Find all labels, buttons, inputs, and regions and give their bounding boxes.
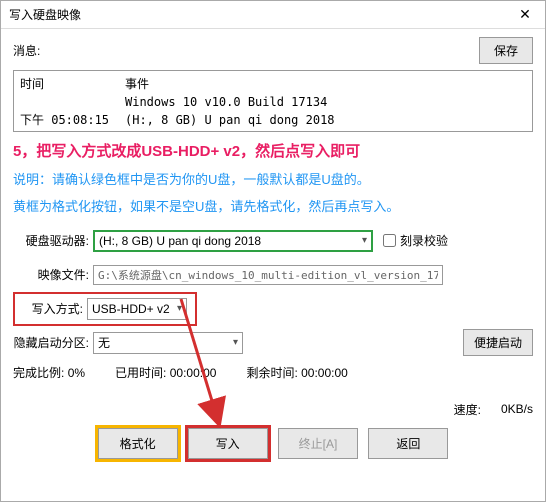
annotation-note2: 黄框为格式化按钮，如果不是空U盘，请先格式化，然后再点写入。 (13, 197, 533, 218)
titlebar: 写入硬盘映像 ✕ (1, 1, 545, 29)
annotation-step: 5，把写入方式改成USB-HDD+ v2，然后点写入即可 (13, 140, 533, 164)
mode-value: USB-HDD+ v2 (92, 302, 170, 316)
speed-value: 0KB/s (501, 402, 533, 416)
drive-value: (H:, 8 GB) U pan qi dong 2018 (99, 234, 261, 248)
close-button[interactable]: ✕ (505, 1, 545, 29)
write-button[interactable]: 写入 (188, 428, 268, 459)
elapsed-label: 已用时间: (115, 366, 166, 380)
chevron-down-icon: ▾ (177, 303, 182, 314)
remain-value: 00:00:00 (301, 366, 348, 380)
convenient-button[interactable]: 便捷启动 (463, 329, 533, 356)
speed-label: 速度: (454, 401, 481, 418)
save-button[interactable]: 保存 (479, 37, 533, 64)
image-label: 映像文件: (13, 266, 89, 283)
log-header-event: 事件 (125, 75, 149, 93)
close-icon: ✕ (519, 6, 531, 23)
abort-button[interactable]: 终止[A] (278, 428, 359, 459)
chevron-down-icon: ▾ (362, 235, 367, 246)
progress-label: 完成比例: (13, 366, 64, 380)
verify-label: 刻录校验 (400, 232, 448, 249)
annotation-note1: 说明：请确认绿色框中是否为你的U盘，一般默认都是U盘的。 (13, 170, 533, 191)
hidden-select[interactable]: 无 ▾ (93, 332, 243, 354)
elapsed-value: 00:00:00 (170, 366, 217, 380)
log-event: Windows 10 v10.0 Build 17134 (125, 93, 327, 111)
log-time (20, 93, 125, 111)
hidden-value: 无 (98, 334, 110, 351)
drive-select[interactable]: (H:, 8 GB) U pan qi dong 2018 ▾ (93, 230, 373, 252)
log-event: (H:, 8 GB) U pan qi dong 2018 (125, 111, 335, 129)
log-time: 下午 05:08:15 (20, 111, 125, 129)
hidden-label: 隐藏启动分区: (13, 334, 89, 351)
mode-label: 写入方式: (23, 300, 83, 317)
verify-checkbox-wrap[interactable]: 刻录校验 (383, 232, 448, 249)
progress-value: 0% (68, 366, 85, 380)
message-label: 消息: (13, 42, 40, 59)
format-button[interactable]: 格式化 (98, 428, 178, 459)
log-header-time: 时间 (20, 75, 125, 93)
verify-checkbox[interactable] (383, 234, 396, 247)
mode-select[interactable]: USB-HDD+ v2 ▾ (87, 298, 187, 320)
chevron-down-icon: ▾ (233, 337, 238, 348)
back-button[interactable]: 返回 (368, 428, 448, 459)
image-input[interactable] (93, 265, 443, 285)
window-title: 写入硬盘映像 (9, 6, 81, 23)
remain-label: 剩余时间: (246, 366, 297, 380)
log-box: 时间 事件 Windows 10 v10.0 Build 17134 下午 05… (13, 70, 533, 132)
drive-label: 硬盘驱动器: (13, 232, 89, 249)
